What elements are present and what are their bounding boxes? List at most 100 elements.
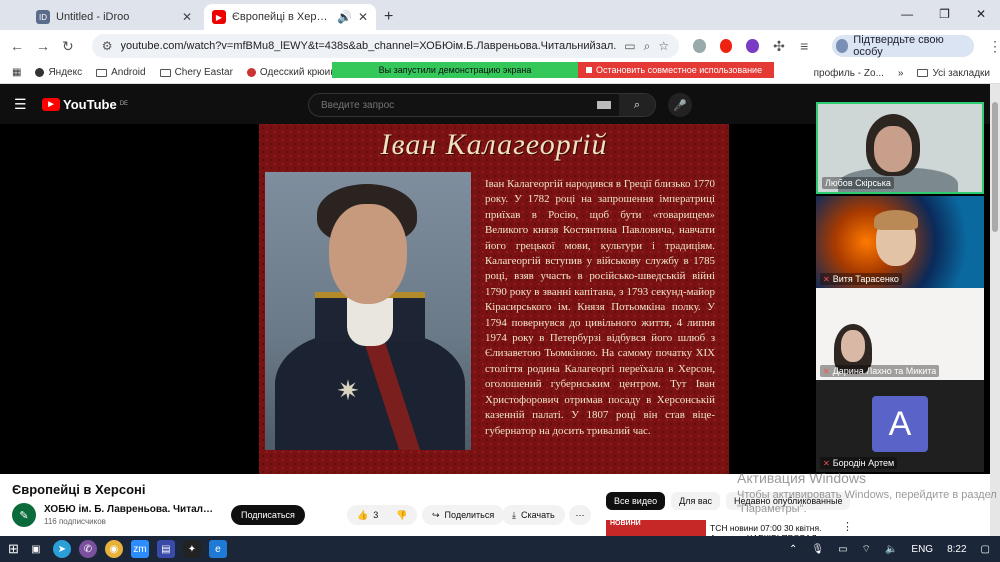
clock[interactable]: 8:22 (947, 544, 966, 555)
network-icon[interactable]: ⌔ (862, 543, 871, 556)
mic-muted-icon: ✕ (823, 366, 830, 376)
dislike-icon[interactable]: 👎 (396, 510, 407, 521)
close-window-icon[interactable]: ✕ (976, 7, 986, 21)
stop-share-button[interactable]: Остановить совместное использование (578, 62, 774, 78)
idroo-favicon-icon: ID (36, 10, 50, 24)
edge-icon[interactable]: e (208, 540, 227, 558)
participant-name: Любов Скірська (825, 178, 891, 188)
tray-chevron-icon[interactable]: ⌃ (789, 544, 797, 555)
presentation-slide: Іван Калагеорґій ✷ Іван Калагеоргій наро… (259, 124, 729, 474)
bookmark-yandex[interactable]: Яндекс (35, 67, 82, 78)
share-button[interactable]: ↪ Поделиться (422, 505, 505, 525)
profile-label: Підтвердьте свою особу (853, 34, 944, 58)
participant-tile[interactable]: ✕ Дарина Лахно та Микита (816, 288, 984, 380)
more-actions-button[interactable]: ⋯ (569, 505, 591, 525)
hamburger-menu-icon[interactable]: ☰ (14, 96, 28, 113)
channel-avatar[interactable]: ✎ (12, 503, 36, 527)
more-bookmarks-icon[interactable]: » (898, 68, 904, 79)
forward-icon[interactable]: → (36, 38, 50, 54)
language-indicator[interactable]: ENG (911, 544, 933, 555)
stop-icon (586, 67, 592, 73)
search-input[interactable] (309, 99, 597, 111)
cast-icon[interactable]: ▭ (624, 39, 635, 53)
task-view-icon[interactable]: ▣ (27, 540, 45, 558)
share-icon: ↪ (432, 509, 440, 520)
download-button[interactable]: ⤓ Скачать (502, 505, 565, 525)
subscriber-count: 116 подписчиков (44, 517, 106, 526)
system-tray: ⌃ 🎙 ▭ ⌔ 🔈 ENG 8:22 ▢ (789, 536, 990, 562)
chrome-icon[interactable]: ◉ (104, 540, 123, 558)
like-dislike-group: 👍 3 👎 (347, 505, 417, 525)
restore-icon[interactable]: ❐ (939, 7, 950, 21)
portrait-image: ✷ (265, 172, 471, 450)
participant-name: Дарина Лахно та Микита (832, 366, 937, 376)
omnibox[interactable]: ⚙ youtube.com/watch?v=mfBMu8_lEWY&t=438s… (91, 34, 680, 58)
screen-share-bar: Вы запустили демонстрацию экрана Останов… (332, 62, 774, 78)
back-icon[interactable]: ← (10, 38, 24, 54)
apps-grid-icon[interactable]: ▦ (12, 67, 21, 78)
menu-kebab-icon[interactable]: ⋮ (988, 38, 1000, 55)
minimize-icon[interactable]: — (901, 7, 913, 21)
globe-extension-icon[interactable] (693, 39, 706, 53)
tab-idroo[interactable]: ID Untitled - iDroo ✕ (28, 4, 200, 30)
subscribe-button[interactable]: Подписаться (231, 505, 305, 525)
battery-icon[interactable]: ▭ (838, 544, 847, 555)
opera-extension-icon[interactable] (719, 39, 733, 53)
zoom-icon[interactable]: zm (130, 540, 149, 558)
volume-icon[interactable]: 🔈 (885, 544, 897, 555)
bookmark-chery[interactable]: Chery Eastar (159, 67, 233, 78)
url-text[interactable]: youtube.com/watch?v=mfBMu8_lEWY&t=438s&a… (121, 40, 617, 52)
profile-button[interactable]: Підтвердьте свою особу (831, 34, 974, 58)
slide-title: Іван Калагеорґій (380, 128, 608, 161)
participants-gallery: Любов Скірська ✕ Витя Тарасенко ✕ Дарина Л… (816, 102, 984, 474)
keyboard-icon[interactable] (597, 101, 611, 109)
folder-icon (96, 68, 108, 77)
mic-muted-icon: ✕ (823, 274, 830, 284)
slide-text: Іван Калагеоргій народився в Греції близ… (485, 178, 715, 437)
bookmark-zoom[interactable]: профиль - Zo... (814, 68, 884, 79)
notifications-icon[interactable]: ▢ (981, 544, 990, 555)
site-info-icon[interactable]: ⚙ (102, 39, 113, 53)
close-tab-icon[interactable]: ✕ (182, 10, 192, 24)
app-flag-icon[interactable]: ▤ (156, 540, 175, 558)
app-media-icon[interactable]: ✦ (182, 540, 201, 558)
bookmark-crewing[interactable]: Одесский крюинг (246, 67, 339, 78)
extensions-puzzle-icon[interactable]: ✣ (773, 38, 785, 55)
reload-icon[interactable]: ↻ (62, 38, 74, 55)
chip-for-you[interactable]: Для вас (671, 492, 720, 510)
firefox-extension-icon[interactable] (746, 39, 760, 53)
play-logo-icon: ▶ (42, 97, 60, 111)
media-list-icon[interactable]: ≡ (799, 38, 810, 54)
tab-youtube[interactable]: ▶ Європейці в Херсоні - YouTube 🔊 ✕ (204, 4, 376, 30)
start-icon[interactable]: ⊞ (8, 541, 19, 557)
recommendation-menu-icon[interactable]: ⋮ (842, 520, 853, 533)
channel-name[interactable]: ХОБЮ ім. Б. Лавреньова. Читальний зал (44, 504, 219, 515)
participant-tile[interactable]: ✕ Витя Тарасенко (816, 196, 984, 288)
zoom-icon[interactable]: ⌕ (644, 39, 651, 54)
close-tab-icon[interactable]: ✕ (358, 10, 368, 24)
page-scrollbar[interactable] (990, 84, 1000, 536)
chip-all[interactable]: Все видео (606, 492, 666, 510)
search-button[interactable]: ⌕ (619, 94, 655, 116)
all-bookmarks[interactable]: Усі закладки (917, 68, 990, 79)
new-tab-button[interactable]: + (384, 4, 393, 30)
recommendation-thumbnail[interactable]: НОВИНИ (606, 520, 706, 536)
participant-tile[interactable]: Любов Скірська (816, 102, 984, 194)
bookmark-android[interactable]: Android (96, 67, 146, 78)
address-toolbar: ← → ↻ ⚙ youtube.com/watch?v=mfBMu8_lEWY&… (0, 30, 1000, 62)
speaker-icon[interactable]: 🔊 (337, 10, 352, 24)
mic-icon: 🎤 (673, 99, 687, 112)
viber-icon[interactable]: ✆ (78, 540, 97, 558)
windows-activation-watermark: Активация Windows Чтобы активировать Win… (737, 470, 997, 515)
mic-tray-icon[interactable]: 🎙 (811, 544, 824, 555)
voice-search-button[interactable]: 🎤 (668, 93, 692, 117)
like-icon[interactable]: 👍 (357, 510, 368, 521)
participant-tile[interactable]: A ✕ Бородін Артем (816, 380, 984, 472)
telegram-icon[interactable]: ➤ (52, 540, 71, 558)
bookmark-star-icon[interactable]: ☆ (658, 39, 669, 53)
share-status: Вы запустили демонстрацию экрана (332, 62, 578, 78)
tab-title-suffix: - iDroo (93, 11, 130, 23)
like-count: 3 (373, 510, 379, 520)
order-star-icon: ✷ (336, 375, 360, 406)
youtube-logo[interactable]: ▶ YouTube DE (42, 97, 128, 112)
